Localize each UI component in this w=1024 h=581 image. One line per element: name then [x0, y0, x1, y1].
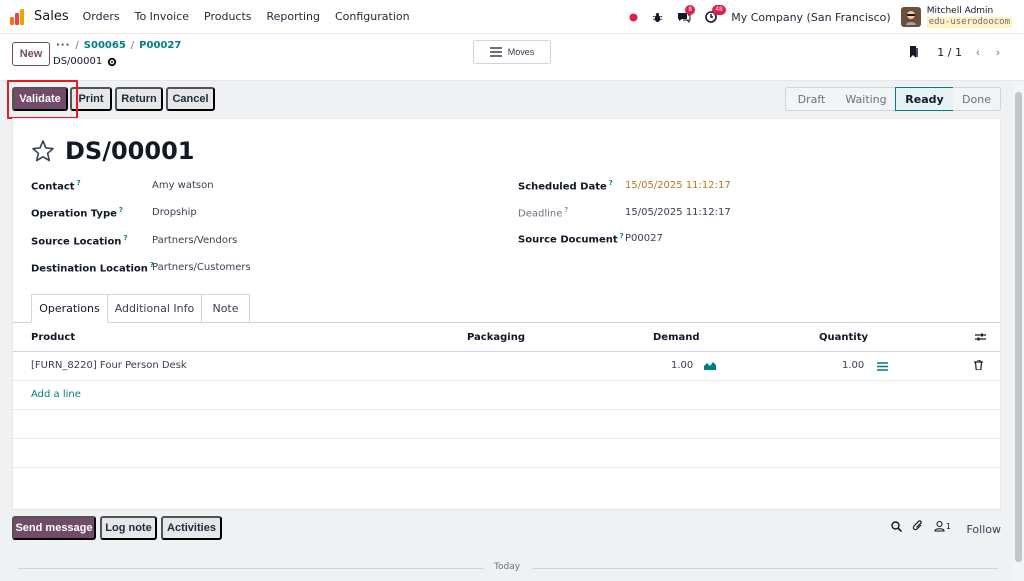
stage-ready[interactable]: Ready [895, 87, 953, 111]
tab-additional-info[interactable]: Additional Info [108, 294, 202, 323]
add-a-line-link[interactable]: Add a line [31, 389, 81, 400]
print-button[interactable]: Print [70, 87, 112, 111]
new-button[interactable]: New [12, 42, 50, 66]
menu-configuration[interactable]: Configuration [335, 10, 410, 23]
scheduled-date-label: Scheduled Date? [518, 179, 613, 193]
menu-reporting[interactable]: Reporting [267, 10, 320, 23]
return-button[interactable]: Return [115, 87, 163, 111]
tab-note[interactable]: Note [202, 294, 250, 323]
menu-products[interactable]: Products [204, 10, 252, 23]
recording-dot-icon[interactable] [629, 13, 638, 22]
stage-waiting[interactable]: Waiting [837, 87, 895, 111]
column-demand[interactable]: Demand [653, 332, 700, 343]
user-database: edu-userodoocom [926, 17, 1012, 28]
cancel-button[interactable]: Cancel [166, 87, 215, 111]
user-avatar[interactable] [900, 7, 921, 27]
debug-bug-icon[interactable] [652, 12, 663, 23]
pager-value[interactable]: 1 / 1 [937, 46, 962, 59]
delete-trash-icon[interactable] [974, 360, 983, 370]
operation-type-label: Operation Type? [31, 206, 123, 220]
pager-previous-icon[interactable]: ‹ [968, 42, 988, 62]
breadcrumb-purchase-order[interactable]: P00027 [139, 40, 181, 51]
breadcrumb-sale-order[interactable]: S00065 [84, 40, 126, 51]
form-sheet: DS/00001 Contact? Amy watson Operation T… [12, 118, 1001, 510]
activities-clock-icon[interactable]: 48 [705, 5, 726, 23]
column-product[interactable]: Product [31, 332, 75, 343]
bookmark-icon[interactable] [909, 46, 919, 58]
messages-badge: 8 [685, 5, 696, 15]
title-row: DS/00001 [31, 137, 194, 165]
gear-icon[interactable] [107, 57, 117, 67]
row-product[interactable]: [FURN_8220] Four Person Desk [31, 360, 187, 371]
attachment-paperclip-icon[interactable] [912, 520, 924, 532]
column-quantity[interactable]: Quantity [819, 332, 868, 343]
validate-button[interactable]: Validate [12, 87, 68, 111]
source-document-field[interactable]: P00027 [625, 233, 663, 244]
chatter-tools: 1 [881, 520, 951, 532]
column-packaging[interactable]: Packaging [467, 332, 525, 343]
source-document-label: Source Document? [518, 232, 624, 246]
optional-columns-icon[interactable] [975, 332, 986, 342]
messages-icon[interactable]: 8 [677, 5, 696, 23]
moves-label: Moves [507, 47, 535, 57]
operation-type-field[interactable]: Dropship [152, 207, 197, 218]
tab-operations[interactable]: Operations [31, 294, 108, 323]
today-separator: Today [18, 562, 998, 574]
control-panel: New ··· / S00065 / P00027 DS/00001 Moves… [0, 34, 1024, 81]
source-location-field[interactable]: Partners/Vendors [152, 235, 237, 246]
followers-count: 1 [945, 521, 951, 531]
current-record: DS/00001 [53, 56, 117, 67]
detailed-operations-list-icon[interactable] [877, 362, 888, 371]
breadcrumb: ··· / S00065 / P00027 [56, 40, 182, 51]
favorite-star-icon[interactable] [31, 139, 55, 163]
table-header: Product Packaging Demand Quantity [13, 323, 1000, 352]
page-scrollbar[interactable] [1013, 82, 1024, 581]
destination-location-field[interactable]: Partners/Customers [152, 262, 251, 273]
stage-draft[interactable]: Draft [785, 87, 837, 111]
today-label: Today [494, 562, 521, 572]
contact-label: Contact? [31, 179, 81, 193]
sales-app-icon[interactable] [10, 8, 28, 26]
moves-button[interactable]: Moves [473, 40, 551, 64]
row-demand[interactable]: 1.00 [671, 360, 693, 371]
notebook-tabs: Operations Additional Info Note [31, 294, 250, 323]
menu-to-invoice[interactable]: To Invoice [135, 10, 189, 23]
stage-done[interactable]: Done [953, 87, 1001, 111]
row-quantity[interactable]: 1.00 [842, 360, 864, 371]
scheduled-date-field[interactable]: 15/05/2025 11:12:17 [625, 180, 731, 191]
send-message-button[interactable]: Send message [12, 516, 96, 540]
source-location-label: Source Location? [31, 234, 128, 248]
followers-icon[interactable]: 1 [934, 520, 951, 532]
empty-row [13, 410, 1000, 439]
top-navbar: Sales Orders To Invoice Products Reporti… [0, 0, 1024, 34]
log-note-button[interactable]: Log note [100, 516, 157, 540]
company-switcher[interactable]: My Company (San Francisco) [731, 11, 890, 24]
breadcrumb-more-icon[interactable]: ··· [56, 40, 70, 51]
search-icon[interactable] [891, 520, 902, 532]
user-menu[interactable]: Mitchell Admin edu-userodoocom [926, 6, 1012, 28]
table-row[interactable]: [FURN_8220] Four Person Desk 1.00 1.00 [13, 352, 1000, 381]
pager: 1 / 1 ‹ › [909, 42, 1008, 62]
activities-button[interactable]: Activities [161, 516, 222, 540]
action-bar: Validate Print Return Cancel Draft Waiti… [0, 82, 1013, 116]
empty-row [13, 439, 1000, 468]
record-title: DS/00001 [65, 137, 195, 165]
destination-location-label: Destination Location? [31, 261, 154, 275]
app-name[interactable]: Sales [34, 9, 69, 24]
list-icon [489, 47, 502, 57]
activities-badge: 48 [712, 5, 726, 15]
scrollbar-thumb[interactable] [1015, 92, 1022, 562]
deadline-label: Deadline? [518, 206, 569, 220]
add-line-row: Add a line [13, 381, 1000, 410]
forecast-chart-icon[interactable] [704, 361, 716, 370]
status-bar: Draft Waiting Ready Done [785, 87, 1001, 111]
menu-orders[interactable]: Orders [83, 10, 120, 23]
deadline-field[interactable]: 15/05/2025 11:12:17 [625, 207, 731, 218]
current-record-name: DS/00001 [53, 56, 103, 67]
chatter-bar: Send message Log note Activities 1 Follo… [0, 515, 1013, 545]
contact-field[interactable]: Amy watson [152, 180, 214, 191]
follow-button[interactable]: Follow [966, 523, 1001, 536]
user-name: Mitchell Admin [926, 6, 994, 16]
pager-next-icon[interactable]: › [988, 42, 1008, 62]
